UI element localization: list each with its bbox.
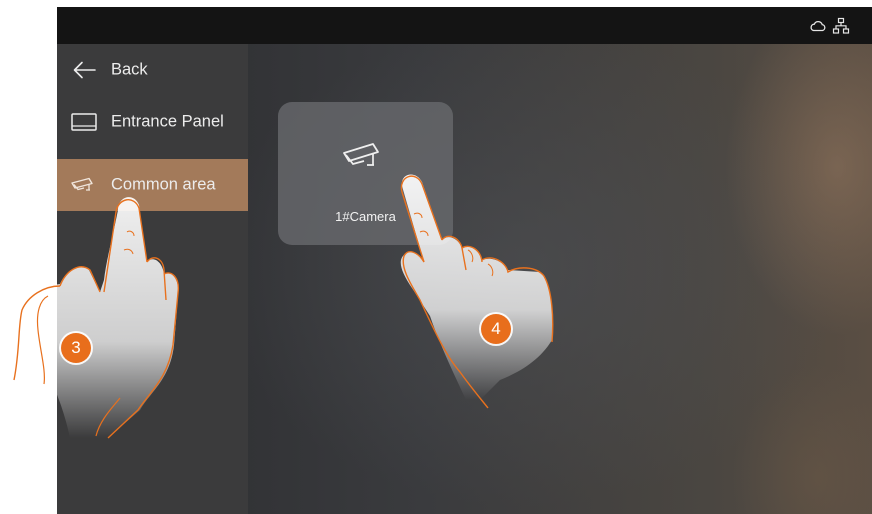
camera-tile[interactable]: 1#Camera — [278, 102, 453, 245]
step-4-badge: 4 — [481, 314, 511, 344]
camera-icon — [71, 177, 93, 191]
step-3-badge: 3 — [61, 333, 91, 363]
network-icon — [832, 17, 850, 34]
entrance-panel-label: Entrance Panel — [111, 112, 224, 131]
back-label: Back — [111, 60, 148, 79]
cloud-icon — [810, 20, 826, 32]
cctv-camera-icon — [343, 143, 379, 166]
status-bar — [57, 7, 872, 44]
device-screen: Back Entrance Panel Common area 1#Camera — [57, 7, 872, 514]
sidebar-item-common-area[interactable]: Common area — [57, 159, 248, 211]
sidebar-item-entrance-panel[interactable]: Entrance Panel — [57, 96, 248, 148]
common-area-label: Common area — [111, 175, 216, 194]
camera-tile-label: 1#Camera — [335, 209, 396, 224]
back-arrow-icon — [73, 61, 96, 79]
back-button[interactable]: Back — [57, 44, 248, 96]
entrance-panel-icon — [71, 113, 97, 131]
sidebar: Back Entrance Panel Common area — [57, 44, 248, 514]
